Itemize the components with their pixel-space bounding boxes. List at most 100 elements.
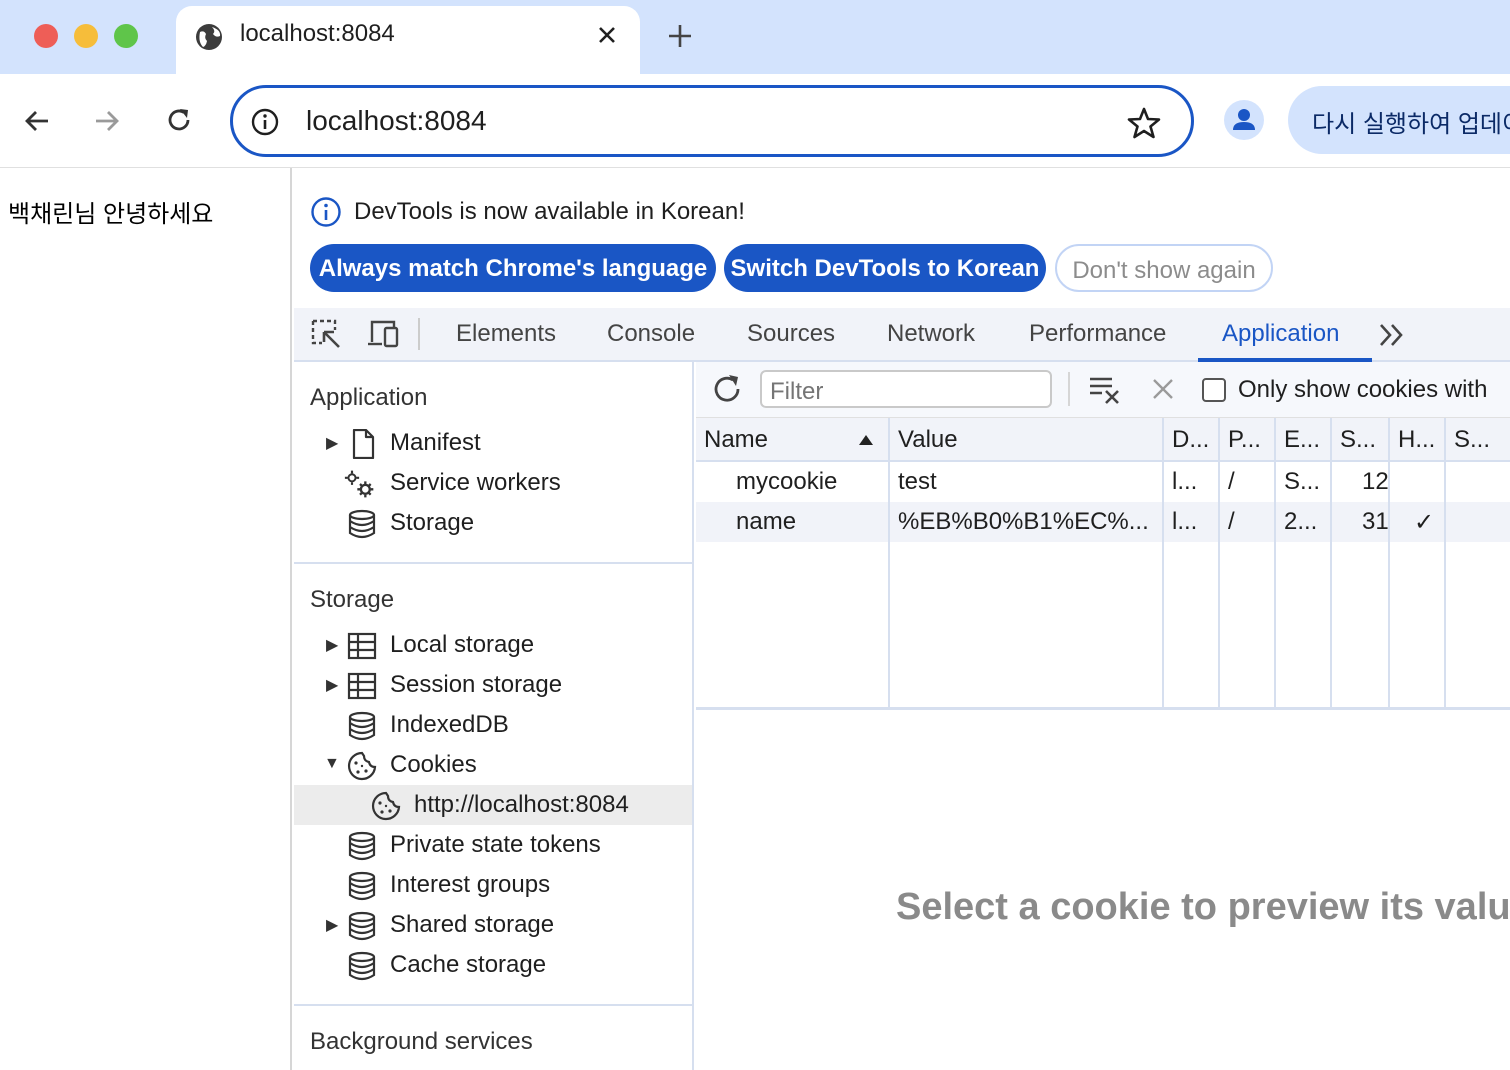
cell-value: %EB%B0%B1%EC%...	[898, 508, 1149, 535]
info-icon	[311, 197, 341, 227]
reload-icon[interactable]	[164, 105, 194, 135]
clear-all-icon[interactable]	[1088, 374, 1122, 404]
column-header-name[interactable]: Name	[696, 418, 890, 462]
sidebar-item-cookies[interactable]: ▼ Cookies	[294, 745, 692, 785]
sidebar-item-cookie-origin[interactable]: http://localhost:8084	[294, 785, 692, 825]
sidebar-item-interest-groups[interactable]: Interest groups	[294, 865, 692, 905]
forward-icon[interactable]	[92, 106, 122, 136]
tab-application[interactable]: Application	[1222, 320, 1339, 348]
only-show-checkbox[interactable]	[1202, 378, 1226, 402]
column-divider	[1162, 418, 1164, 708]
sidebar-item-label: Private state tokens	[390, 831, 601, 858]
sidebar-item-cache-storage[interactable]: Cache storage	[294, 945, 692, 985]
bookmark-star-icon[interactable]	[1127, 106, 1161, 140]
new-tab-icon[interactable]	[666, 22, 694, 50]
tab-sources[interactable]: Sources	[747, 320, 835, 348]
back-icon[interactable]	[22, 106, 52, 136]
cell-name: name	[736, 508, 797, 535]
expand-arrow-icon[interactable]: ▶	[326, 635, 338, 655]
sidebar-item-manifest[interactable]: ▶ Manifest	[294, 423, 692, 463]
tab-performance[interactable]: Performance	[1029, 320, 1166, 348]
language-infobar: DevTools is now available in Korean! Alw…	[294, 168, 1510, 308]
sidebar-item-private-state-tokens[interactable]: Private state tokens	[294, 825, 692, 865]
expand-arrow-icon[interactable]: ▶	[326, 915, 338, 935]
cookies-table: Name Value D... P... E... S... H... S...…	[696, 418, 1510, 710]
column-divider	[1274, 418, 1276, 708]
devtools-panel: DevTools is now available in Korean! Alw…	[294, 168, 1510, 1070]
url-text[interactable]: localhost:8084	[306, 105, 487, 137]
greeting-text: 백채린님 안녕하세요	[8, 201, 214, 228]
filter-input[interactable]	[760, 370, 1052, 408]
column-header-httponly[interactable]: H...	[1390, 418, 1446, 462]
sidebar-divider	[294, 562, 692, 564]
switch-to-korean-button[interactable]: Switch DevTools to Korean	[724, 244, 1046, 292]
table-grid-icon	[347, 632, 377, 660]
sidebar-item-label: Cache storage	[390, 951, 547, 978]
sidebar-item-label: Storage	[390, 509, 475, 536]
sidebar-item-label: http://localhost:8084	[414, 791, 629, 818]
cell-domain: l...	[1172, 508, 1198, 535]
column-header-path[interactable]: P...	[1220, 418, 1276, 462]
cell-domain: l...	[1172, 468, 1198, 495]
sidebar-item-session-storage[interactable]: ▶ Session storage	[294, 665, 692, 705]
site-info-icon[interactable]	[251, 108, 279, 136]
relaunch-update-button[interactable]: 다시 실행하여 업데이트	[1288, 86, 1510, 154]
expand-arrow-icon[interactable]: ▶	[326, 433, 338, 453]
profile-icon	[1233, 109, 1255, 130]
more-tabs-icon[interactable]	[1378, 322, 1406, 348]
cookie-icon	[371, 791, 401, 821]
sidebar-section-application: Application	[310, 384, 428, 411]
sidebar-item-service-workers[interactable]: Service workers	[294, 463, 692, 503]
sidebar-item-storage[interactable]: Storage	[294, 503, 692, 543]
database-icon	[348, 509, 376, 539]
browser-tab-strip: localhost:8084	[0, 0, 1510, 74]
maximize-window-button[interactable]	[114, 24, 138, 48]
sidebar-section-storage: Storage	[310, 586, 395, 613]
close-window-button[interactable]	[34, 24, 58, 48]
column-header-secure[interactable]: S...	[1446, 418, 1510, 462]
cell-httponly	[1406, 462, 1446, 502]
cell-size: 12	[1362, 468, 1389, 495]
column-divider	[1388, 418, 1390, 708]
only-show-label: Only show cookies with	[1238, 376, 1488, 403]
sidebar-section-background-services: Background services	[310, 1028, 533, 1055]
sidebar-item-label: Manifest	[390, 429, 481, 456]
sidebar-item-indexeddb[interactable]: IndexedDB	[294, 705, 692, 745]
cell-expires: 2...	[1284, 508, 1318, 535]
tab-network[interactable]: Network	[887, 320, 975, 348]
database-icon	[348, 711, 376, 741]
browser-tab[interactable]: localhost:8084	[176, 6, 640, 74]
cell-value: test	[898, 468, 937, 495]
column-header-size[interactable]: S...	[1332, 418, 1390, 462]
close-tab-icon[interactable]	[596, 24, 618, 46]
sidebar-item-label: Session storage	[390, 671, 563, 698]
expand-arrow-icon[interactable]: ▶	[326, 675, 338, 695]
column-header-value[interactable]: Value	[890, 418, 1164, 462]
sidebar-item-local-storage[interactable]: ▶ Local storage	[294, 625, 692, 665]
refresh-icon[interactable]	[710, 372, 744, 406]
toolbar-divider	[1068, 372, 1070, 406]
always-match-language-button[interactable]: Always match Chrome's language	[310, 244, 716, 292]
cookie-preview-placeholder: Select a cookie to preview its value	[896, 886, 1510, 928]
sidebar-item-label: Interest groups	[390, 871, 551, 898]
infobar-message: DevTools is now available in Korean!	[354, 198, 745, 225]
minimize-window-button[interactable]	[74, 24, 98, 48]
tab-elements[interactable]: Elements	[456, 320, 556, 348]
inspect-element-icon[interactable]	[310, 318, 342, 350]
dont-show-again-button[interactable]: Don't show again	[1055, 244, 1273, 292]
column-divider	[1218, 418, 1220, 708]
column-header-domain[interactable]: D...	[1164, 418, 1220, 462]
sidebar-item-label: IndexedDB	[390, 711, 509, 738]
cookies-toolbar: Only show cookies with	[696, 362, 1510, 418]
device-toolbar-icon[interactable]	[366, 318, 400, 350]
column-header-expires[interactable]: E...	[1276, 418, 1332, 462]
cell-path: /	[1228, 508, 1235, 535]
collapse-arrow-icon[interactable]: ▼	[324, 755, 340, 773]
address-bar[interactable]: localhost:8084	[230, 85, 1194, 157]
tab-console[interactable]: Console	[607, 320, 695, 348]
profile-avatar[interactable]	[1224, 100, 1264, 140]
sidebar-item-shared-storage[interactable]: ▶ Shared storage	[294, 905, 692, 945]
delete-selected-icon[interactable]	[1150, 376, 1176, 402]
database-icon	[348, 831, 376, 861]
column-divider	[1444, 418, 1446, 708]
